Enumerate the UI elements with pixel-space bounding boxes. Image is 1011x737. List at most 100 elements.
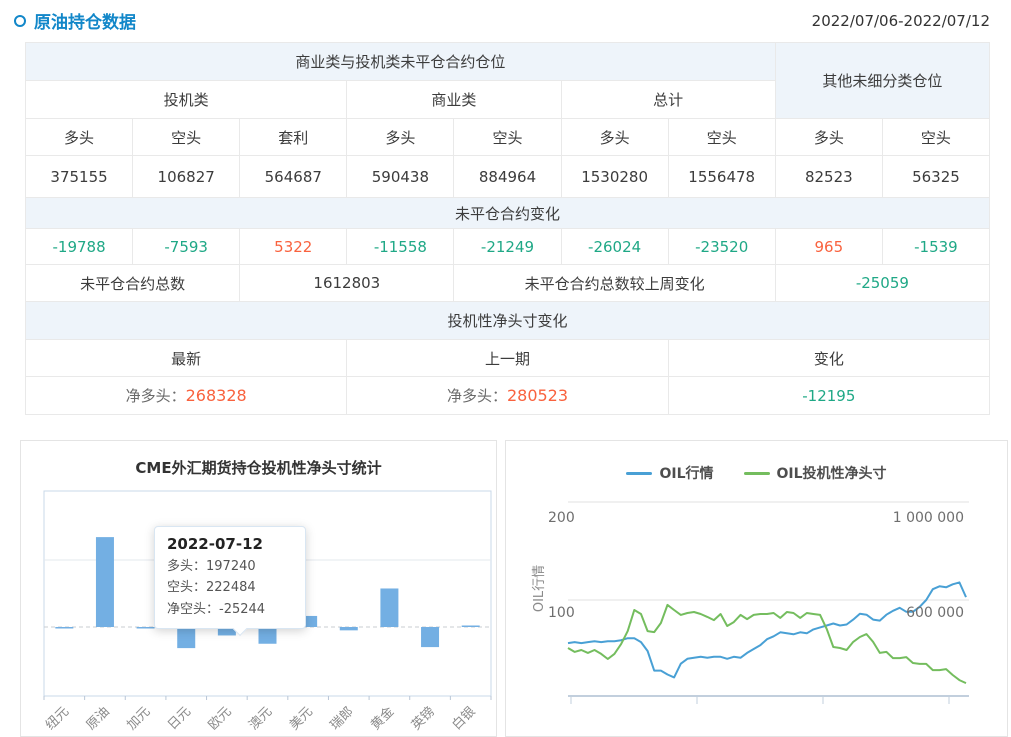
table-row: 商业类与投机类未平仓合约仓位 其他未细分类仓位 xyxy=(26,43,990,81)
net-prev-cell: 净多头：280523 xyxy=(347,377,668,415)
bar-澳元[interactable] xyxy=(259,627,277,644)
total-change-label: 未平仓合约总数较上周变化 xyxy=(454,265,775,302)
tooltip-short: 空头：222484 xyxy=(167,577,293,598)
net-prev-value: 280523 xyxy=(507,386,568,405)
positions-table: 商业类与投机类未平仓合约仓位 其他未细分类仓位 投机类 商业类 总计 多头 空头… xyxy=(25,42,990,415)
page-title-text: 原油持仓数据 xyxy=(34,8,136,33)
position-value: 590438 xyxy=(347,156,454,198)
bar-xlabel-加元: 加元 xyxy=(124,704,153,733)
net-header-latest: 最新 xyxy=(26,340,347,377)
tooltip-net: 净空头：-25244 xyxy=(167,599,293,620)
change-value: -11558 xyxy=(347,229,454,265)
position-value: 82523 xyxy=(775,156,882,198)
circle-icon xyxy=(14,15,26,27)
bar-xlabel-英镑: 英镑 xyxy=(408,704,438,734)
bar-英镑[interactable] xyxy=(421,627,439,647)
legend-label: OIL投机性净头寸 xyxy=(777,463,887,483)
col-header: 多头 xyxy=(347,119,454,156)
position-value: 106827 xyxy=(133,156,240,198)
table-row: 未平仓合约总数 1612803 未平仓合约总数较上周变化 -25059 xyxy=(26,265,990,302)
col-header: 套利 xyxy=(240,119,347,156)
blue-line-icon xyxy=(626,472,652,475)
legend-item-oil-net-position[interactable]: OIL投机性净头寸 xyxy=(744,463,887,483)
total-change-value: -25059 xyxy=(775,265,989,302)
bar-xlabel-白银: 白银 xyxy=(449,704,479,734)
table-row: 净多头：268328 净多头：280523 -12195 xyxy=(26,377,990,415)
net-latest-cell: 净多头：268328 xyxy=(26,377,347,415)
position-value: 1556478 xyxy=(668,156,775,198)
bar-xlabel-纽元: 纽元 xyxy=(43,704,72,733)
page-header: 原油持仓数据 2022/07/06-2022/07/12 xyxy=(14,8,990,33)
table-row: 多头 空头 套利 多头 空头 多头 空头 多头 空头 xyxy=(26,119,990,156)
bar-纽元[interactable] xyxy=(55,627,73,629)
change-value: -21249 xyxy=(454,229,561,265)
tooltip-long: 多头：197240 xyxy=(167,556,293,577)
table-row: -19788 -7593 5322 -11558 -21249 -26024 -… xyxy=(26,229,990,265)
bar-日元[interactable] xyxy=(177,627,195,648)
change-value: 965 xyxy=(775,229,882,265)
green-line-icon xyxy=(744,472,770,475)
col-header: 多头 xyxy=(775,119,882,156)
right-axis-tick-600000: 600 000 xyxy=(906,605,964,621)
table-row: 投机性净头寸变化 xyxy=(26,302,990,340)
bar-xlabel-澳元: 澳元 xyxy=(246,704,276,734)
bar-瑞郎[interactable] xyxy=(340,627,358,630)
table-row: 最新 上一期 变化 xyxy=(26,340,990,377)
tooltip-date: 2022-07-12 xyxy=(167,535,293,553)
table-row: 375155 106827 564687 590438 884964 15302… xyxy=(26,156,990,198)
col-header: 空头 xyxy=(454,119,561,156)
line-chart-canvas[interactable] xyxy=(506,441,1008,737)
date-range: 2022/07/06-2022/07/12 xyxy=(812,12,990,30)
legend-item-oil-price[interactable]: OIL行情 xyxy=(626,463,713,483)
net-header-previous: 上一期 xyxy=(347,340,668,377)
left-axis-tick-200: 200 xyxy=(548,510,575,526)
bar-加元[interactable] xyxy=(137,627,155,629)
total-label: 未平仓合约总数 xyxy=(26,265,240,302)
col-header: 空头 xyxy=(133,119,240,156)
bar-原油[interactable] xyxy=(96,537,114,627)
position-value: 1530280 xyxy=(561,156,668,198)
col-header: 多头 xyxy=(561,119,668,156)
bar-xlabel-美元: 美元 xyxy=(287,704,316,733)
bar-xlabel-日元: 日元 xyxy=(165,704,194,733)
col-header: 空头 xyxy=(882,119,989,156)
net-header-change: 变化 xyxy=(668,340,989,377)
group-header: 商业类与投机类未平仓合约仓位 xyxy=(26,43,776,81)
bar-白银[interactable] xyxy=(462,626,480,628)
subgroup-speculative: 投机类 xyxy=(26,81,347,119)
left-axis-tick-100: 100 xyxy=(548,605,575,621)
y-axis-title: OIL行情 xyxy=(528,565,547,612)
bar-黄金[interactable] xyxy=(380,588,398,627)
net-latest-value: 268328 xyxy=(186,386,247,405)
change-value: -19788 xyxy=(26,229,133,265)
change-value: -23520 xyxy=(668,229,775,265)
chart-tooltip: 2022-07-12 多头：197240 空头：222484 净空头：-2524… xyxy=(154,526,306,629)
col-header: 空头 xyxy=(668,119,775,156)
other-header: 其他未细分类仓位 xyxy=(775,43,989,119)
table-row: 未平仓合约变化 xyxy=(26,198,990,229)
bar-xlabel-黄金: 黄金 xyxy=(368,704,398,734)
change-value: -26024 xyxy=(561,229,668,265)
net-latest-label: 净多头： xyxy=(126,387,186,405)
position-value: 564687 xyxy=(240,156,347,198)
right-axis-tick-1000000: 1 000 000 xyxy=(893,510,964,526)
subgroup-total: 总计 xyxy=(561,81,775,119)
change-value: 5322 xyxy=(240,229,347,265)
change-value: -1539 xyxy=(882,229,989,265)
total-value: 1612803 xyxy=(240,265,454,302)
position-value: 56325 xyxy=(882,156,989,198)
chart-legend: OIL行情 OIL投机性净头寸 xyxy=(506,463,1007,483)
page: 原油持仓数据 2022/07/06-2022/07/12 商业类与投机类未平仓合… xyxy=(0,0,1011,737)
net-change-value: -12195 xyxy=(668,377,989,415)
bar-xlabel-瑞郎: 瑞郎 xyxy=(328,704,357,733)
bar-xlabel-原油: 原油 xyxy=(84,704,113,733)
net-section-header: 投机性净头寸变化 xyxy=(26,302,990,340)
net-prev-label: 净多头： xyxy=(447,387,507,405)
line-chart-panel: OIL行情 OIL投机性净头寸 200 100 1 000 000 600 00… xyxy=(505,440,1008,737)
col-header: 多头 xyxy=(26,119,133,156)
subgroup-commercial: 商业类 xyxy=(347,81,561,119)
change-section-header: 未平仓合约变化 xyxy=(26,198,990,229)
change-value: -7593 xyxy=(133,229,240,265)
bar-xlabel-欧元: 欧元 xyxy=(206,704,235,733)
position-value: 884964 xyxy=(454,156,561,198)
